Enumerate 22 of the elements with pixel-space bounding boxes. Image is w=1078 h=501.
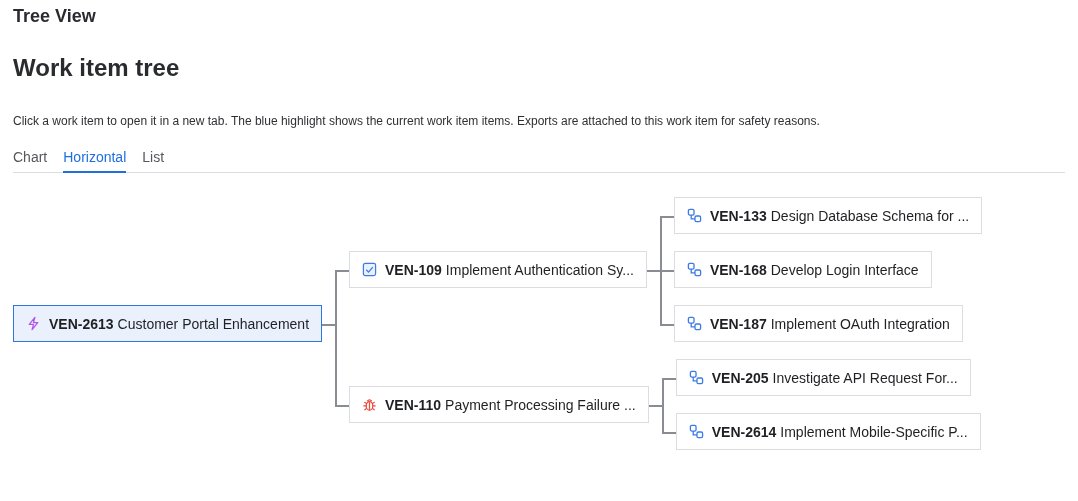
work-item-node[interactable]: VEN-2614 Implement Mobile-Specific P... [675,413,981,450]
tab[interactable]: Horizontal [63,149,127,173]
work-item-node[interactable]: VEN-187 Implement OAuth Integration [673,305,963,342]
linked-squares-icon [686,208,702,223]
work-item-node[interactable]: VEN-133 Design Database Schema for ... [673,197,983,234]
page-title: Tree View [13,6,97,27]
bug-icon [362,397,378,412]
work-item-node[interactable]: VEN-205 Investigate API Request For... [675,359,971,396]
checkbox-icon [362,262,378,277]
heading: Work item tree [13,54,181,82]
tab[interactable]: List [142,149,165,173]
description: Click a work item to open it in a new tab. The blue highlight shows the current work item items. Exports are attached to this work item for safety reasons. [13,114,821,128]
tab[interactable]: Chart [13,149,48,173]
work-item-node[interactable]: VEN-109 Implement Authentication Sy... [349,251,647,288]
linked-squares-icon [686,262,702,277]
work-item-node[interactable]: VEN-110 Payment Processing Failure ... [349,386,649,423]
linked-squares-icon [688,424,704,439]
work-item-node[interactable]: VEN-168 Develop Login Interface [673,251,932,288]
lightning-icon [26,316,41,331]
linked-squares-icon [686,316,702,331]
linked-squares-icon [688,370,704,385]
work-item-node[interactable]: VEN-2613 Customer Portal Enhancement [13,305,323,342]
